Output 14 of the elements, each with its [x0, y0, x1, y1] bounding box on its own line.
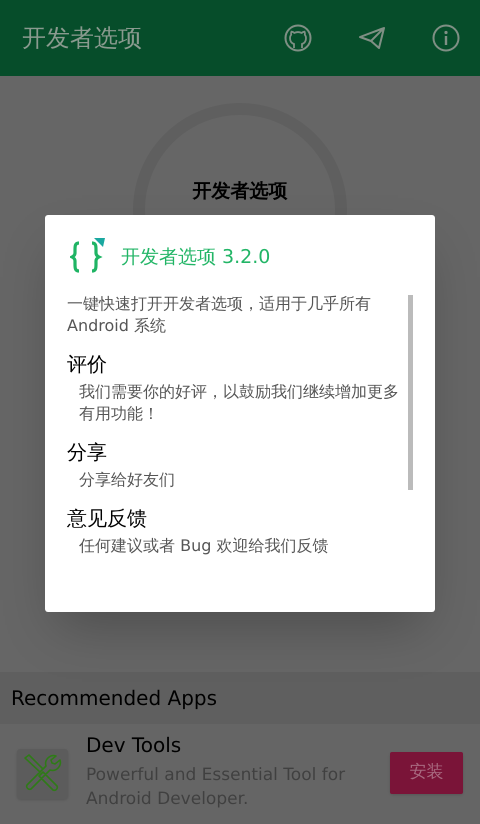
- section-text: 任何建议或者 Bug 欢迎给我们反馈: [78, 535, 330, 557]
- tools-app-icon: [17, 749, 68, 799]
- app-title: 开发者选项: [22, 23, 143, 54]
- github-icon[interactable]: [284, 24, 312, 52]
- app-name: Dev Tools: [86, 732, 182, 758]
- section-title: Recommended Apps: [11, 685, 218, 712]
- info-icon[interactable]: [432, 24, 460, 52]
- section-heading[interactable]: 意见反馈: [67, 505, 405, 531]
- section-heading[interactable]: 评价: [67, 351, 405, 377]
- section-heading[interactable]: 分享: [67, 439, 405, 465]
- section-text: 分享给好友们: [78, 469, 176, 491]
- section-text: 我们需要你的好评，以鼓励我们继续增加更多有用功能！: [78, 381, 400, 425]
- send-icon[interactable]: [358, 26, 386, 50]
- circle-label: 开发者选项: [192, 179, 288, 203]
